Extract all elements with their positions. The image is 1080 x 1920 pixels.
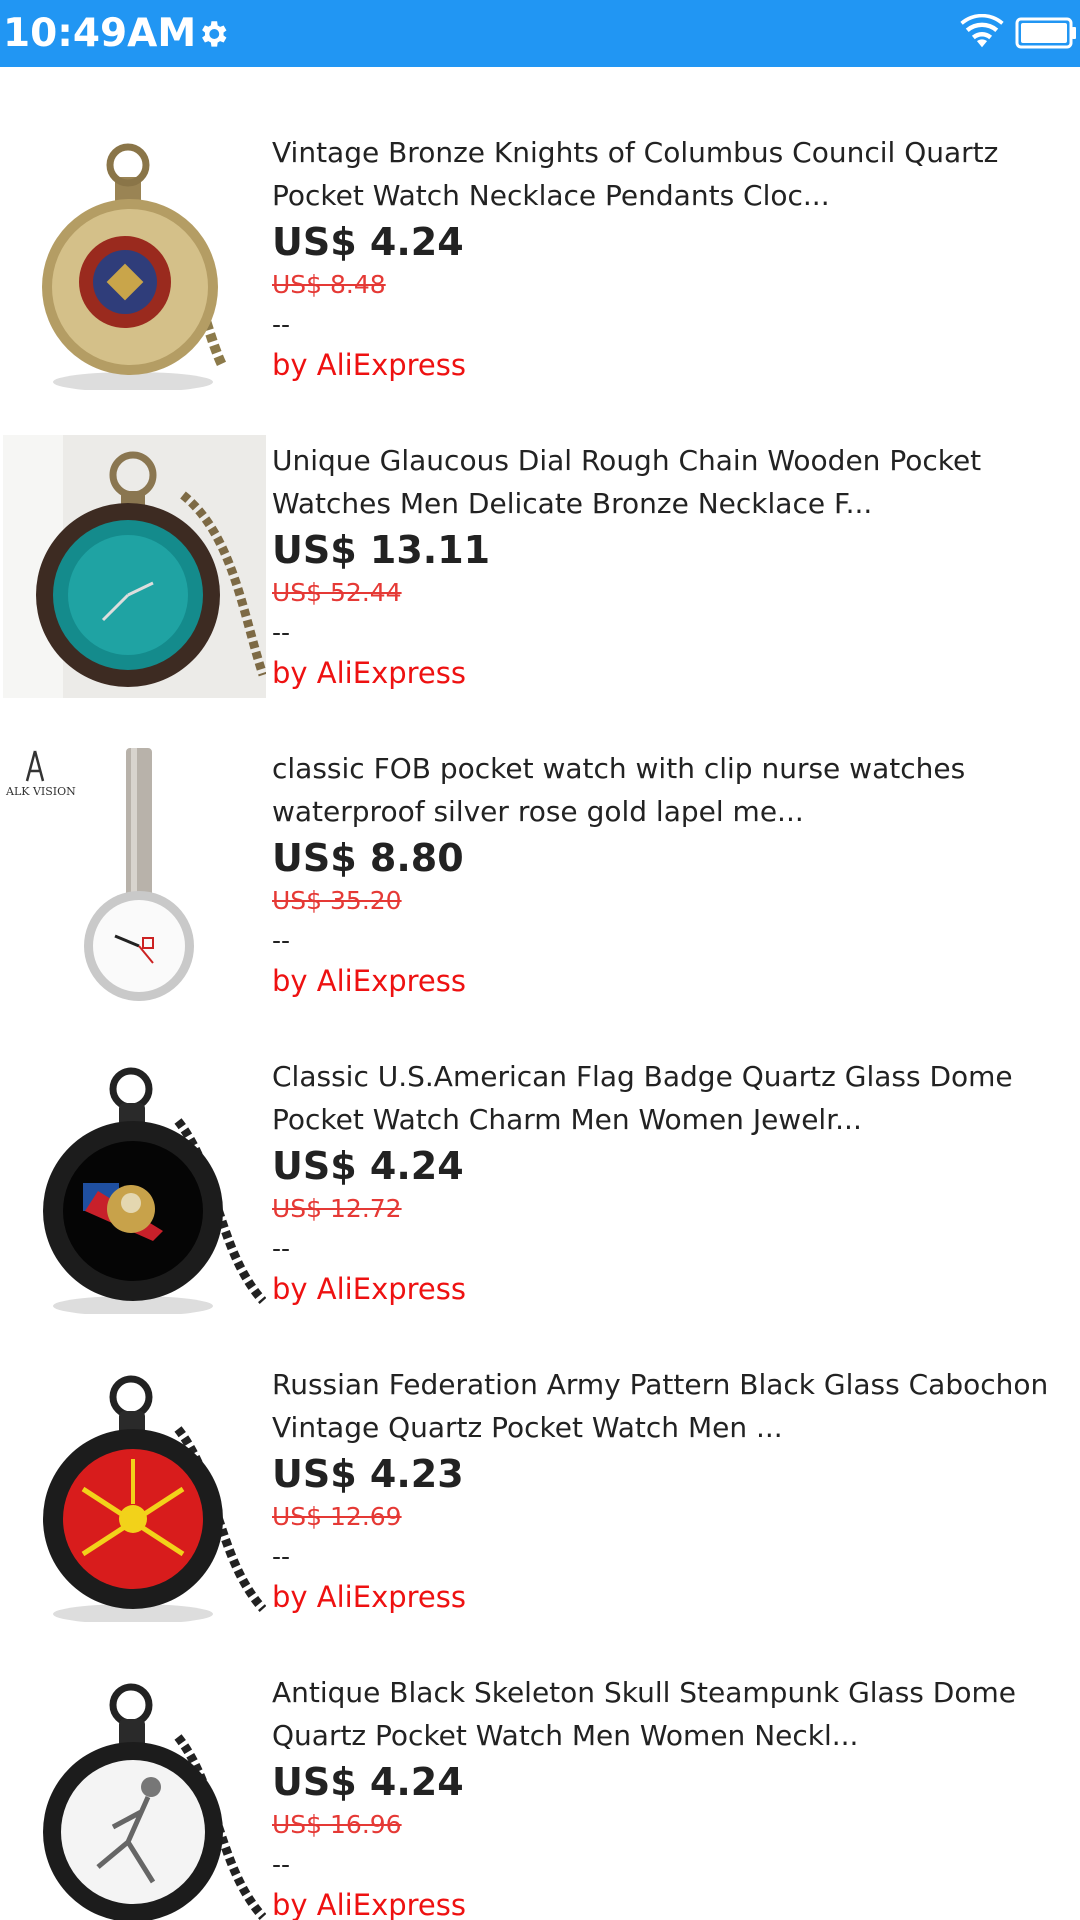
product-price: US$ 4.23 — [272, 1452, 464, 1496]
product-original-price: US$ 52.44 — [272, 578, 402, 607]
product-original-price: US$ 12.69 — [272, 1502, 402, 1531]
product-title[interactable]: Russian Federation Army Pattern Black Gl… — [272, 1363, 1080, 1449]
product-rating: -- — [272, 1234, 291, 1263]
product-image[interactable] — [3, 127, 266, 390]
brand-logo: ALK VISION — [5, 785, 76, 798]
product-price: US$ 4.24 — [272, 220, 464, 264]
product-rating: -- — [272, 1542, 291, 1571]
wifi-icon — [960, 14, 1004, 48]
product-item[interactable]: Classic U.S.American Flag Badge Quartz G… — [0, 991, 1080, 1314]
product-list[interactable]: Vintage Bronze Knights of Columbus Counc… — [0, 67, 1080, 1920]
product-title[interactable]: Unique Glaucous Dial Rough Chain Wooden … — [272, 439, 1080, 525]
product-original-price: US$ 35.20 — [272, 886, 402, 915]
product-item[interactable]: Antique Black Skeleton Skull Steampunk G… — [0, 1607, 1080, 1920]
product-image[interactable] — [3, 1667, 266, 1920]
product-price: US$ 4.24 — [272, 1144, 464, 1188]
product-image[interactable] — [3, 1359, 266, 1622]
product-item[interactable]: Russian Federation Army Pattern Black Gl… — [0, 1299, 1080, 1622]
product-price: US$ 13.11 — [272, 528, 491, 572]
product-rating: -- — [272, 926, 291, 955]
product-image[interactable] — [3, 435, 266, 698]
product-title[interactable]: Classic U.S.American Flag Badge Quartz G… — [272, 1055, 1080, 1141]
battery-icon — [1015, 17, 1076, 49]
product-title[interactable]: classic FOB pocket watch with clip nurse… — [272, 747, 1080, 833]
product-image[interactable] — [3, 1051, 266, 1314]
product-original-price: US$ 16.96 — [272, 1810, 402, 1839]
product-original-price: US$ 12.72 — [272, 1194, 402, 1223]
product-rating: -- — [272, 618, 291, 647]
product-price: US$ 4.24 — [272, 1760, 464, 1804]
product-original-price: US$ 8.48 — [272, 270, 386, 299]
product-item[interactable]: Vintage Bronze Knights of Columbus Counc… — [0, 67, 1080, 390]
status-time: 10:49AM — [3, 11, 197, 56]
product-item[interactable]: Unique Glaucous Dial Rough Chain Wooden … — [0, 375, 1080, 698]
product-seller: by AliExpress — [272, 1888, 466, 1920]
product-rating: -- — [272, 1850, 291, 1879]
product-price: US$ 8.80 — [272, 836, 464, 880]
gear-icon — [202, 21, 227, 47]
product-title[interactable]: Vintage Bronze Knights of Columbus Counc… — [272, 131, 1080, 217]
product-title[interactable]: Antique Black Skeleton Skull Steampunk G… — [272, 1671, 1080, 1757]
product-image[interactable]: ALK VISION — [3, 743, 266, 1006]
status-bar: 10:49AM — [0, 0, 1080, 67]
product-item[interactable]: ALK VISION classic FOB pocket watch with… — [0, 683, 1080, 1006]
product-rating: -- — [272, 310, 291, 339]
